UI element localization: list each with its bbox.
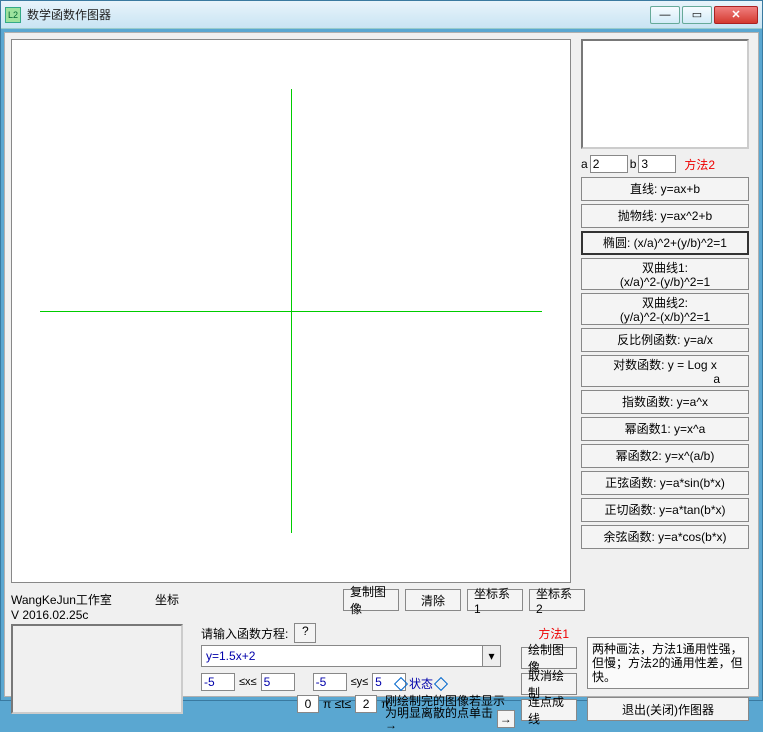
client-area: a b 方法2 直线: y=ax+b 抛物线: y=ax^2+b 椭圆: (x/… [4,32,759,697]
method1-label: 方法1 [538,625,569,642]
x-high-input[interactable] [261,673,295,691]
equation-input[interactable] [201,645,483,667]
chevron-down-icon: ▾ [488,649,494,663]
fn-ellipse-button[interactable]: 椭圆: (x/a)^2+(y/b)^2=1 [581,231,749,255]
maximize-button[interactable]: ▭ [682,6,712,24]
hint-line1: 刚绘制完的图像若显示 [385,695,515,707]
fn-log-button[interactable]: 对数函数: y = Log x a [581,355,749,387]
right-panel: a b 方法2 直线: y=ax+b 抛物线: y=ax^2+b 椭圆: (x/… [581,39,751,552]
t-range-label: π ≤t≤ [323,697,351,711]
fn-tan-button[interactable]: 正切函数: y=a*tan(b*x) [581,498,749,522]
fn-log-l2: a [582,372,748,386]
axis2-button[interactable]: 坐标系2 [529,589,585,611]
close-button[interactable]: ✕ [714,6,758,24]
info-box: 两种画法，方法1通用性强，但慢；方法2的通用性差，但快。 [587,637,749,689]
copy-image-button[interactable]: 复制图像 [343,589,399,611]
hint-text: 刚绘制完的图像若显示 为明显离散的点单击→ → [385,695,515,731]
fn-line-button[interactable]: 直线: y=ax+b [581,177,749,201]
clear-button[interactable]: 清除 [405,589,461,611]
equation-dropdown-button[interactable]: ▾ [483,645,501,667]
canvas-toolbar: 复制图像 清除 坐标系1 坐标系2 [343,589,585,611]
preview-box [581,39,749,149]
method2-label: 方法2 [684,156,715,173]
hint-line2: 为明显离散的点单击→ [385,707,495,731]
status-row: 状态 [393,675,449,692]
y-low-input[interactable] [313,673,347,691]
fn-hyperbola2-button[interactable]: 双曲线2: (y/a)^2-(x/b)^2=1 [581,293,749,325]
help-button[interactable]: ? [294,623,316,643]
t-high-input[interactable] [355,695,377,713]
titlebar: L2 数学函数作图器 — ▭ ✕ [1,1,762,29]
x-low-input[interactable] [201,673,235,691]
app-window: L2 数学函数作图器 — ▭ ✕ a b 方法2 直线: y=ax+b 抛物线:… [0,0,763,701]
equation-combo: ▾ [201,645,501,667]
app-icon: L2 [5,7,21,23]
x-range-label: ≤x≤ [239,676,257,688]
a-input[interactable] [590,155,628,173]
arrow-right-icon: → [500,713,512,725]
axis1-button[interactable]: 坐标系1 [467,589,523,611]
diamond-icon-right [434,676,448,690]
hint-arrow-button[interactable]: → [497,710,515,728]
draw-button[interactable]: 绘制图像 [521,647,577,669]
draw-button-column: 绘制图像 取消绘制 连点成线 [521,647,577,721]
fn-log-l1: 对数函数: y = Log x [582,358,748,372]
diamond-icon-left [394,676,408,690]
fn-hyperbola1-l2: (x/a)^2-(y/b)^2=1 [582,275,748,289]
fn-hyperbola2-l1: 双曲线2: [582,296,748,310]
fn-power2-button[interactable]: 幂函数2: y=x^(a/b) [581,444,749,468]
fn-hyperbola1-l1: 双曲线1: [582,261,748,275]
workshop-line2: V 2016.02.25c [11,608,191,622]
b-input[interactable] [638,155,676,173]
b-label: b [630,157,637,171]
status-text: 状态 [409,675,433,692]
coord-label: 坐标 [155,591,179,608]
equation-prompt: 请输入函数方程: [201,625,288,642]
window-title: 数学函数作图器 [27,6,650,23]
fn-cos-button[interactable]: 余弦函数: y=a*cos(b*x) [581,525,749,549]
fn-power1-button[interactable]: 幂函数1: y=x^a [581,417,749,441]
fn-inverse-button[interactable]: 反比例函数: y=a/x [581,328,749,352]
connect-points-button[interactable]: 连点成线 [521,699,577,721]
fn-hyperbola2-l2: (y/a)^2-(x/b)^2=1 [582,310,748,324]
t-low-input[interactable] [297,695,319,713]
fn-hyperbola1-button[interactable]: 双曲线1: (x/a)^2-(y/b)^2=1 [581,258,749,290]
minimize-button[interactable]: — [650,6,680,24]
fn-sin-button[interactable]: 正弦函数: y=a*sin(b*x) [581,471,749,495]
fn-parabola-button[interactable]: 抛物线: y=ax^2+b [581,204,749,228]
workshop-info: WangKeJun工作室 V 2016.02.25c [11,591,191,714]
plot-canvas[interactable] [11,39,571,583]
x-axis [40,311,542,312]
y-range-label: ≤y≤ [351,676,369,688]
cancel-draw-button[interactable]: 取消绘制 [521,673,577,695]
fn-exp-button[interactable]: 指数函数: y=a^x [581,390,749,414]
a-label: a [581,157,588,171]
